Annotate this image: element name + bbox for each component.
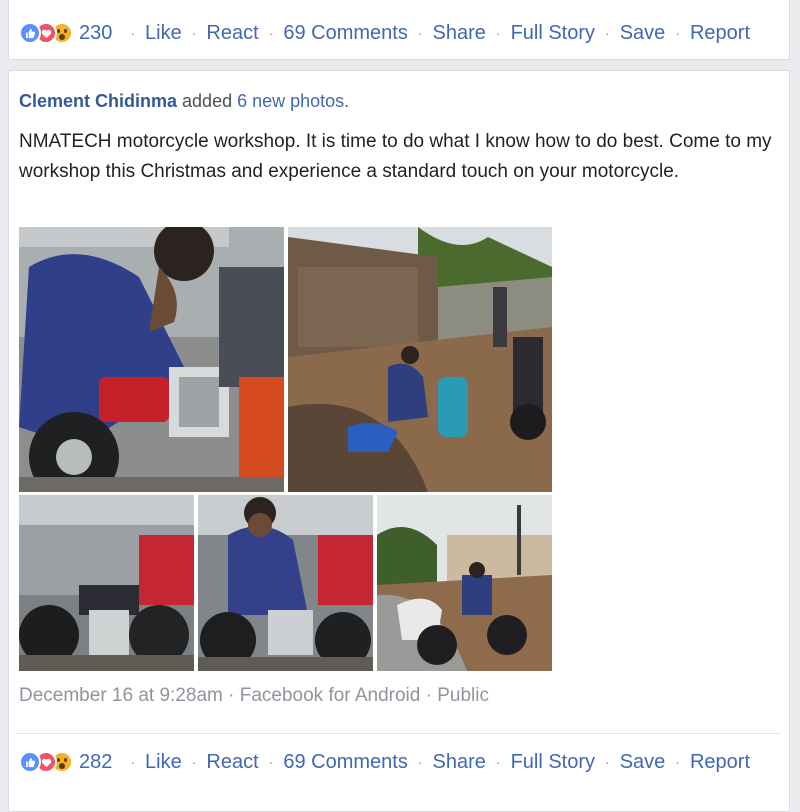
reaction-summary[interactable] — [19, 751, 73, 773]
reaction-summary[interactable] — [19, 22, 73, 44]
react-button[interactable]: React — [206, 22, 258, 45]
like-button[interactable]: Like — [145, 751, 182, 774]
comments-link[interactable]: 69 Comments — [283, 751, 408, 774]
post-text: NMATECH motorcycle workshop. It is time … — [19, 131, 772, 182]
header-suffix: . — [344, 91, 350, 111]
photo-4[interactable] — [198, 495, 373, 671]
like-reaction-icon — [19, 22, 41, 44]
separator: · — [675, 754, 680, 770]
header-action-text: added — [177, 91, 238, 111]
divider — [17, 733, 781, 734]
previous-post-card: 230 · Like · React · 69 Comments · Share… — [8, 0, 790, 60]
full-story-link[interactable]: Full Story — [511, 751, 595, 774]
separator: · — [605, 754, 610, 770]
separator: · — [675, 25, 680, 41]
reaction-count[interactable]: 282 — [79, 751, 112, 774]
separator: · — [228, 685, 235, 706]
report-button[interactable]: Report — [690, 751, 750, 774]
post-meta: December 16 at 9:28am · Facebook for And… — [19, 685, 489, 707]
photos-link[interactable]: 6 new photos — [237, 91, 344, 111]
post-privacy[interactable]: Public — [437, 685, 489, 706]
share-button[interactable]: Share — [433, 22, 486, 45]
photo-3[interactable] — [19, 495, 194, 671]
separator: · — [425, 685, 432, 706]
separator: · — [495, 25, 501, 41]
react-button[interactable]: React — [206, 751, 258, 774]
separator: · — [268, 25, 274, 41]
reaction-count[interactable]: 230 — [79, 22, 112, 45]
separator: · — [417, 25, 423, 41]
separator: · — [605, 25, 610, 41]
photo-5[interactable] — [377, 495, 552, 671]
separator: · — [191, 754, 197, 770]
full-story-link[interactable]: Full Story — [511, 22, 595, 45]
report-button[interactable]: Report — [690, 22, 750, 45]
action-bar: 282 · Like · React · 69 Comments · Share… — [9, 740, 750, 784]
post-source: Facebook for Android — [239, 685, 421, 706]
save-button[interactable]: Save — [620, 22, 666, 45]
action-bar: 230 · Like · React · 69 Comments · Share… — [9, 11, 750, 55]
like-reaction-icon — [19, 751, 41, 773]
separator: · — [130, 25, 136, 41]
like-button[interactable]: Like — [145, 22, 182, 45]
separator: · — [268, 754, 274, 770]
separator: · — [130, 754, 136, 770]
photo-2[interactable] — [288, 227, 552, 492]
photo-1[interactable] — [19, 227, 284, 492]
comments-link[interactable]: 69 Comments — [283, 22, 408, 45]
separator: · — [495, 754, 501, 770]
share-button[interactable]: Share — [433, 751, 486, 774]
separator: · — [417, 754, 423, 770]
author-name-link[interactable]: Clement Chidinma — [19, 91, 177, 111]
save-button[interactable]: Save — [620, 751, 666, 774]
separator: · — [191, 25, 197, 41]
post-date[interactable]: December 16 at 9:28am — [19, 685, 223, 706]
post-card: Clement Chidinma added 6 new photos. NMA… — [8, 70, 790, 812]
post-header: Clement Chidinma added 6 new photos. — [19, 91, 349, 112]
